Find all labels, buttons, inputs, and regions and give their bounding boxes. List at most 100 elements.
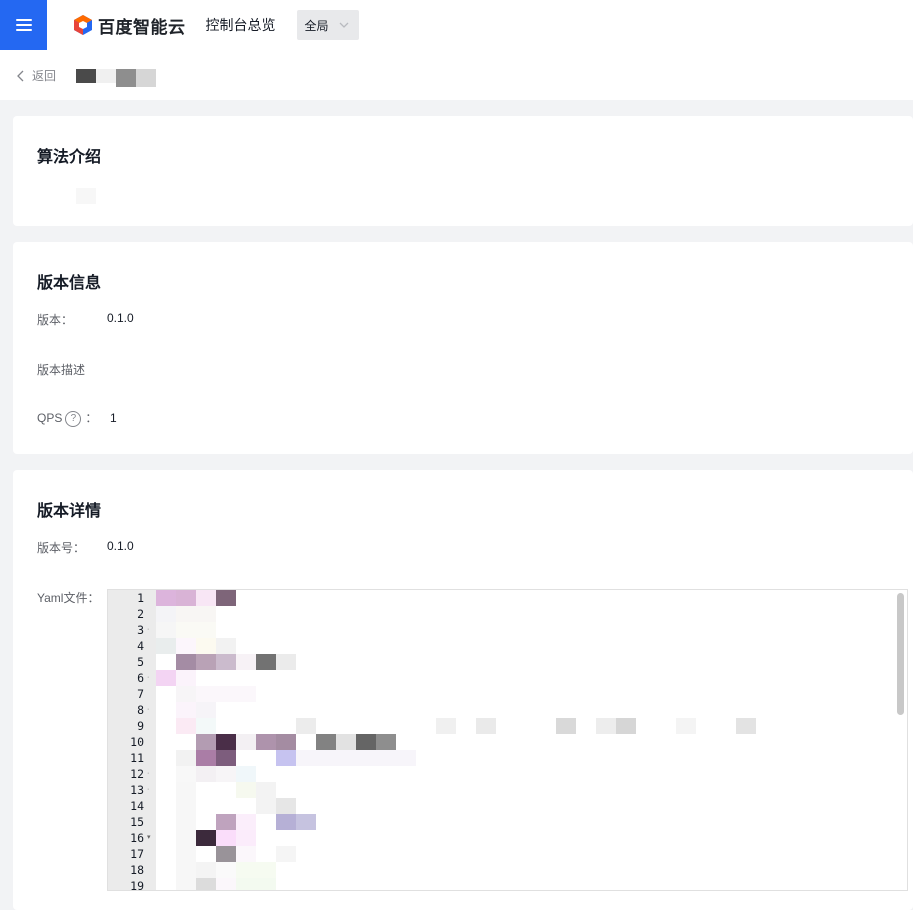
redacted-code-block <box>276 654 296 670</box>
version-value: 0.1.0 <box>107 311 134 325</box>
version-detail-card: 版本详情 版本号： 0.1.0 Yaml文件： 1 2 3 · 4 5 6 · 7 8 · 9 10 11… <box>13 470 913 910</box>
redacted-code-block <box>176 878 196 890</box>
redacted-code-block <box>216 590 236 606</box>
redacted-code-block <box>236 862 276 878</box>
fold-toggle-icon[interactable]: · <box>147 702 149 718</box>
redacted-code-block <box>176 782 196 798</box>
back-button[interactable]: 返回 <box>16 67 56 84</box>
redacted-title-block <box>136 69 156 87</box>
redacted-code-block <box>176 846 196 862</box>
redacted-code-block <box>216 846 236 862</box>
redacted-description <box>76 188 96 204</box>
line-number: 10 <box>130 735 144 749</box>
redacted-code-block <box>216 862 236 878</box>
redacted-code-block <box>216 814 236 830</box>
line-number: 2 <box>137 607 144 621</box>
qps-colon: ： <box>85 411 98 425</box>
version-info-card: 版本信息 版本： 0.1.0 版本描述 QPS?： 1 <box>13 242 913 454</box>
redacted-code-block <box>216 734 236 750</box>
console-overview-link[interactable]: 控制台总览 <box>206 15 276 35</box>
redacted-code-block <box>316 734 336 750</box>
fold-toggle-icon[interactable]: · <box>147 782 149 798</box>
redacted-code-block <box>376 734 396 750</box>
redacted-code-block <box>476 718 496 734</box>
redacted-code-block <box>236 878 276 890</box>
redacted-title-block <box>76 69 96 83</box>
line-number: 4 <box>137 639 144 653</box>
redacted-code-block <box>176 606 216 622</box>
redacted-code-block <box>156 638 176 654</box>
redacted-code-block <box>176 766 196 782</box>
editor-scrollbar[interactable] <box>897 593 904 715</box>
version-number-value: 0.1.0 <box>107 539 134 553</box>
redacted-code-block <box>556 718 576 734</box>
redacted-code-block <box>276 734 296 750</box>
redacted-code-block <box>216 750 236 766</box>
line-number: 16 <box>130 831 144 845</box>
redacted-code-block <box>236 814 256 830</box>
redacted-code-block <box>176 622 216 638</box>
redacted-code-block <box>276 750 296 766</box>
yaml-file-label: Yaml文件： <box>37 591 100 605</box>
redacted-code-block <box>196 750 216 766</box>
top-navbar: 百度智能云 控制台总览 全局 <box>0 0 913 50</box>
redacted-code-block <box>216 654 236 670</box>
line-number: 9 <box>137 719 144 733</box>
redacted-code-block <box>196 590 216 606</box>
fold-toggle-icon[interactable]: · <box>147 622 149 638</box>
redacted-code-block <box>236 830 256 846</box>
fold-toggle-icon[interactable]: · <box>147 766 149 782</box>
redacted-code-block <box>256 798 276 814</box>
redacted-code-block <box>196 638 216 654</box>
redacted-code-block <box>176 798 196 814</box>
redacted-code-block <box>236 782 256 798</box>
fold-toggle-icon[interactable]: ▾ <box>147 830 151 846</box>
redacted-code-block <box>256 654 276 670</box>
version-number-label: 版本号： <box>37 541 86 555</box>
line-number: 8 <box>137 703 144 717</box>
redacted-code-block <box>176 830 196 846</box>
qps-label-group: QPS?： <box>37 409 97 427</box>
line-number-gutter: 1 2 3 · 4 5 6 · 7 8 · 9 10 11 12 · 13 · 14 15 16 ▾ 17 18 19 <box>108 590 156 890</box>
line-number: 5 <box>137 655 144 669</box>
line-number: 17 <box>130 847 144 861</box>
chevron-left-icon <box>17 70 24 81</box>
redacted-code-block <box>216 766 236 782</box>
line-number: 7 <box>137 687 144 701</box>
redacted-code-block <box>176 718 196 734</box>
card-title: 版本信息 <box>37 275 102 292</box>
redacted-code-block <box>296 750 416 766</box>
redacted-code-block <box>156 670 176 686</box>
version-label: 版本： <box>37 313 74 327</box>
line-number: 3 <box>137 623 144 637</box>
chevron-down-icon <box>339 22 348 28</box>
redacted-code-block <box>176 590 196 606</box>
redacted-code-block <box>216 638 236 654</box>
line-number: 11 <box>130 751 144 765</box>
redacted-code-block <box>156 606 176 622</box>
region-select[interactable]: 全局 <box>296 10 359 40</box>
redacted-code-block <box>296 718 316 734</box>
redacted-code-block <box>196 686 256 702</box>
fold-toggle-icon[interactable]: · <box>147 670 149 686</box>
redacted-title-block <box>116 69 136 87</box>
redacted-code-block <box>176 814 196 830</box>
line-number: 1 <box>137 591 144 605</box>
qps-label: QPS <box>37 411 63 425</box>
redacted-code-block <box>216 830 236 846</box>
redacted-code-block <box>196 734 216 750</box>
line-number: 14 <box>130 799 144 813</box>
redacted-code-block <box>336 734 356 750</box>
breadcrumb: 返回 <box>0 50 913 100</box>
brand-logo[interactable]: 百度智能云 <box>72 13 186 38</box>
redacted-code-block <box>196 654 216 670</box>
redacted-code-block <box>176 686 196 702</box>
menu-button[interactable] <box>0 0 47 50</box>
yaml-code-editor[interactable]: 1 2 3 · 4 5 6 · 7 8 · 9 10 11 12 · 13 · 14 15 16 ▾ 17 18 19 <box>107 589 908 891</box>
line-number: 18 <box>130 863 144 877</box>
hamburger-icon <box>15 16 32 34</box>
redacted-code-block <box>196 862 216 878</box>
redacted-code-block <box>176 670 196 686</box>
question-circle-icon[interactable]: ? <box>65 410 82 427</box>
redacted-code-block <box>216 878 236 890</box>
